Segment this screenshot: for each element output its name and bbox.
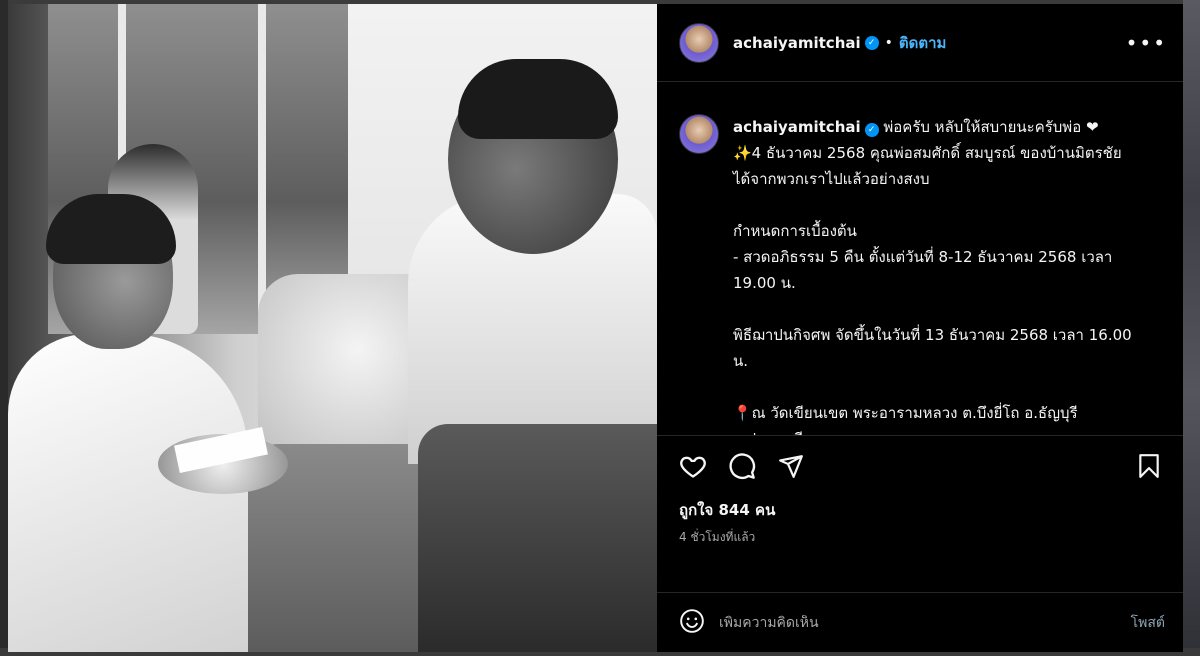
comment-bar: โพสต์ <box>657 592 1183 652</box>
caption-username[interactable]: achaiyamitchai <box>733 118 861 136</box>
caption-avatar[interactable] <box>679 114 719 154</box>
paper-plane-icon[interactable] <box>775 450 807 482</box>
more-options-icon[interactable]: ••• <box>1126 31 1167 55</box>
post-timestamp[interactable]: 4 ชั่วโมงที่แล้ว <box>657 522 1183 547</box>
smiley-icon[interactable] <box>679 608 705 638</box>
post-comment-button[interactable]: โพสต์ <box>1131 612 1165 634</box>
caption-line-2: ✨4 ธันวาคม 2568 คุณพ่อสมศักดิ์ สมบูรณ์ ข… <box>733 144 1127 188</box>
like-count[interactable]: ถูกใจ 844 คน <box>657 492 1183 522</box>
caption-text: achaiyamitchai ✓ พ่อครับ หลับให้สบายนะครั… <box>733 114 1143 435</box>
caption-location: 📍ณ วัดเขียนเขต พระอารามหลวง ต.บึงยี่โถ อ… <box>733 404 1078 435</box>
photo-sofa <box>418 424 657 652</box>
backdrop-right <box>1183 0 1200 656</box>
caption-area[interactable]: achaiyamitchai ✓ พ่อครับ หลับให้สบายนะครั… <box>657 82 1183 436</box>
verified-badge-icon: ✓ <box>864 35 879 50</box>
separator-dot: • <box>884 34 893 51</box>
post-side-panel: achaiyamitchai ✓ • ติดตาม ••• achaiyamit… <box>657 4 1183 652</box>
post-header: achaiyamitchai ✓ • ติดตาม ••• <box>657 4 1183 82</box>
heart-icon[interactable] <box>677 450 709 482</box>
caption-schedule: กำหนดการเบื้องต้น - สวดอภิธรรม 5 คืน ตั้… <box>733 222 1113 292</box>
avatar[interactable] <box>679 22 719 63</box>
follow-button[interactable]: ติดตาม <box>899 31 947 55</box>
post-modal: achaiyamitchai ✓ • ติดตาม ••• achaiyamit… <box>8 4 1183 652</box>
photo-window-frame <box>258 4 266 334</box>
post-photo[interactable] <box>8 4 657 652</box>
comment-input[interactable] <box>719 614 1131 631</box>
bookmark-icon[interactable] <box>1133 450 1165 482</box>
caption-line-1: พ่อครับ หลับให้สบายนะครับพ่อ ❤ <box>878 118 1099 136</box>
action-bar <box>657 440 1183 492</box>
header-username[interactable]: achaiyamitchai <box>733 34 861 52</box>
backdrop-left <box>0 0 8 656</box>
photo-elder-hair <box>458 59 618 139</box>
caption-cremation: พิธีฌาปนกิจศพ จัดขึ้นในวันที่ 13 ธันวาคม… <box>733 326 1137 370</box>
verified-badge-icon: ✓ <box>864 123 879 137</box>
comment-bubble-icon[interactable] <box>726 450 758 482</box>
